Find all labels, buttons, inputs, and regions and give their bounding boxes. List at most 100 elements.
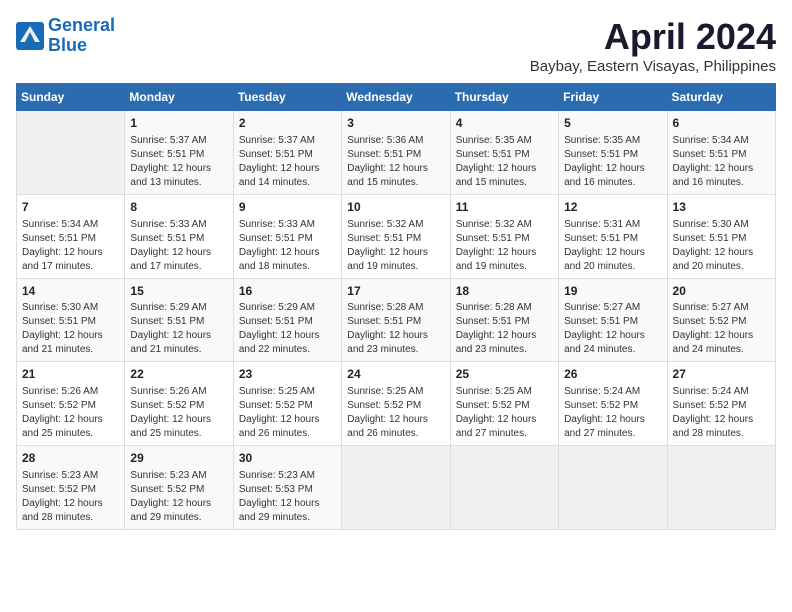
- day-cell: [667, 446, 775, 530]
- day-info: Sunrise: 5:25 AM Sunset: 5:52 PM Dayligh…: [239, 385, 336, 441]
- header-thursday: Thursday: [450, 84, 558, 111]
- day-cell: 16Sunrise: 5:29 AM Sunset: 5:51 PM Dayli…: [233, 278, 341, 362]
- day-number: 3: [347, 115, 444, 132]
- day-number: 19: [564, 283, 661, 300]
- day-info: Sunrise: 5:28 AM Sunset: 5:51 PM Dayligh…: [347, 301, 444, 357]
- day-number: 10: [347, 199, 444, 216]
- week-row-5: 28 Sunrise: 5:23 AM Sunset: 5:52 PM Dayli…: [17, 446, 776, 530]
- day-info: Sunrise: 5:35 AM Sunset: 5:51 PM Dayligh…: [564, 134, 661, 190]
- logo-text: General Blue: [48, 16, 115, 56]
- day-number: 27: [673, 366, 770, 383]
- day-info: Sunrise: 5:30 AM Sunset: 5:51 PM Dayligh…: [22, 301, 119, 357]
- day-info: Sunrise: 5:23 AM Sunset: 5:52 PM Dayligh…: [130, 469, 227, 525]
- day-cell: 26 Sunrise: 5:24 AM Sunset: 5:52 PM Dayli…: [559, 362, 667, 446]
- day-cell: 15Sunrise: 5:29 AM Sunset: 5:51 PM Dayli…: [125, 278, 233, 362]
- day-info: Sunrise: 5:33 AM Sunset: 5:51 PM Dayligh…: [130, 218, 227, 274]
- week-row-3: 14Sunrise: 5:30 AM Sunset: 5:51 PM Dayli…: [17, 278, 776, 362]
- day-info: Sunrise: 5:25 AM Sunset: 5:52 PM Dayligh…: [456, 385, 553, 441]
- calendar-table: SundayMondayTuesdayWednesdayThursdayFrid…: [16, 83, 776, 530]
- day-number: 15: [130, 283, 227, 300]
- day-cell: [559, 446, 667, 530]
- day-number: 8: [130, 199, 227, 216]
- day-info: Sunrise: 5:36 AM Sunset: 5:51 PM Dayligh…: [347, 134, 444, 190]
- day-number: 1: [130, 115, 227, 132]
- day-number: 16: [239, 283, 336, 300]
- day-number: 26: [564, 366, 661, 383]
- logo: General Blue: [16, 16, 115, 56]
- day-cell: 12Sunrise: 5:31 AM Sunset: 5:51 PM Dayli…: [559, 194, 667, 278]
- day-cell: 25 Sunrise: 5:25 AM Sunset: 5:52 PM Dayli…: [450, 362, 558, 446]
- week-row-1: 1 Sunrise: 5:37 AM Sunset: 5:51 PM Daylig…: [17, 111, 776, 195]
- day-info: Sunrise: 5:32 AM Sunset: 5:51 PM Dayligh…: [347, 218, 444, 274]
- day-cell: 9 Sunrise: 5:33 AM Sunset: 5:51 PM Daylig…: [233, 194, 341, 278]
- day-number: 29: [130, 450, 227, 467]
- day-number: 14: [22, 283, 119, 300]
- day-info: Sunrise: 5:28 AM Sunset: 5:51 PM Dayligh…: [456, 301, 553, 357]
- day-number: 23: [239, 366, 336, 383]
- month-title: April 2024: [530, 16, 776, 58]
- day-cell: 6Sunrise: 5:34 AM Sunset: 5:51 PM Daylig…: [667, 111, 775, 195]
- day-number: 5: [564, 115, 661, 132]
- day-number: 30: [239, 450, 336, 467]
- day-cell: 17Sunrise: 5:28 AM Sunset: 5:51 PM Dayli…: [342, 278, 450, 362]
- day-number: 22: [130, 366, 227, 383]
- day-cell: 20Sunrise: 5:27 AM Sunset: 5:52 PM Dayli…: [667, 278, 775, 362]
- day-cell: 27 Sunrise: 5:24 AM Sunset: 5:52 PM Dayli…: [667, 362, 775, 446]
- day-number: 18: [456, 283, 553, 300]
- location-title: Baybay, Eastern Visayas, Philippines: [530, 58, 776, 75]
- day-number: 21: [22, 366, 119, 383]
- day-info: Sunrise: 5:27 AM Sunset: 5:51 PM Dayligh…: [564, 301, 661, 357]
- header-row: SundayMondayTuesdayWednesdayThursdayFrid…: [17, 84, 776, 111]
- header-monday: Monday: [125, 84, 233, 111]
- day-info: Sunrise: 5:35 AM Sunset: 5:51 PM Dayligh…: [456, 134, 553, 190]
- day-number: 9: [239, 199, 336, 216]
- day-info: Sunrise: 5:37 AM Sunset: 5:51 PM Dayligh…: [130, 134, 227, 190]
- day-info: Sunrise: 5:37 AM Sunset: 5:51 PM Dayligh…: [239, 134, 336, 190]
- day-cell: 2 Sunrise: 5:37 AM Sunset: 5:51 PM Daylig…: [233, 111, 341, 195]
- day-info: Sunrise: 5:24 AM Sunset: 5:52 PM Dayligh…: [673, 385, 770, 441]
- day-number: 13: [673, 199, 770, 216]
- day-cell: 22Sunrise: 5:26 AM Sunset: 5:52 PM Dayli…: [125, 362, 233, 446]
- day-info: Sunrise: 5:25 AM Sunset: 5:52 PM Dayligh…: [347, 385, 444, 441]
- day-cell: 28Sunrise: 5:23 AM Sunset: 5:52 PM Dayli…: [17, 446, 125, 530]
- day-number: 20: [673, 283, 770, 300]
- day-number: 2: [239, 115, 336, 132]
- day-info: Sunrise: 5:32 AM Sunset: 5:51 PM Dayligh…: [456, 218, 553, 274]
- week-row-2: 7 Sunrise: 5:34 AM Sunset: 5:51 PM Daylig…: [17, 194, 776, 278]
- day-number: 12: [564, 199, 661, 216]
- day-cell: 21Sunrise: 5:26 AM Sunset: 5:52 PM Dayli…: [17, 362, 125, 446]
- day-info: Sunrise: 5:29 AM Sunset: 5:51 PM Dayligh…: [130, 301, 227, 357]
- day-info: Sunrise: 5:29 AM Sunset: 5:51 PM Dayligh…: [239, 301, 336, 357]
- day-number: 11: [456, 199, 553, 216]
- day-number: 25: [456, 366, 553, 383]
- day-cell: 7 Sunrise: 5:34 AM Sunset: 5:51 PM Daylig…: [17, 194, 125, 278]
- header-wednesday: Wednesday: [342, 84, 450, 111]
- day-number: 6: [673, 115, 770, 132]
- logo-icon: [16, 22, 44, 50]
- day-number: 28: [22, 450, 119, 467]
- day-cell: 19Sunrise: 5:27 AM Sunset: 5:51 PM Dayli…: [559, 278, 667, 362]
- day-cell: 5 Sunrise: 5:35 AM Sunset: 5:51 PM Daylig…: [559, 111, 667, 195]
- day-cell: 4 Sunrise: 5:35 AM Sunset: 5:51 PM Daylig…: [450, 111, 558, 195]
- day-cell: [17, 111, 125, 195]
- day-number: 17: [347, 283, 444, 300]
- day-number: 7: [22, 199, 119, 216]
- day-cell: 3 Sunrise: 5:36 AM Sunset: 5:51 PM Daylig…: [342, 111, 450, 195]
- header-saturday: Saturday: [667, 84, 775, 111]
- day-cell: 24 Sunrise: 5:25 AM Sunset: 5:52 PM Dayli…: [342, 362, 450, 446]
- header-tuesday: Tuesday: [233, 84, 341, 111]
- day-info: Sunrise: 5:34 AM Sunset: 5:51 PM Dayligh…: [22, 218, 119, 274]
- day-info: Sunrise: 5:23 AM Sunset: 5:53 PM Dayligh…: [239, 469, 336, 525]
- day-cell: 23 Sunrise: 5:25 AM Sunset: 5:52 PM Dayli…: [233, 362, 341, 446]
- day-cell: [342, 446, 450, 530]
- page-header: General Blue April 2024 Baybay, Eastern …: [16, 16, 776, 75]
- day-info: Sunrise: 5:27 AM Sunset: 5:52 PM Dayligh…: [673, 301, 770, 357]
- day-info: Sunrise: 5:33 AM Sunset: 5:51 PM Dayligh…: [239, 218, 336, 274]
- day-number: 4: [456, 115, 553, 132]
- week-row-4: 21Sunrise: 5:26 AM Sunset: 5:52 PM Dayli…: [17, 362, 776, 446]
- header-sunday: Sunday: [17, 84, 125, 111]
- day-info: Sunrise: 5:24 AM Sunset: 5:52 PM Dayligh…: [564, 385, 661, 441]
- day-number: 24: [347, 366, 444, 383]
- day-cell: 8 Sunrise: 5:33 AM Sunset: 5:51 PM Daylig…: [125, 194, 233, 278]
- day-cell: 18Sunrise: 5:28 AM Sunset: 5:51 PM Dayli…: [450, 278, 558, 362]
